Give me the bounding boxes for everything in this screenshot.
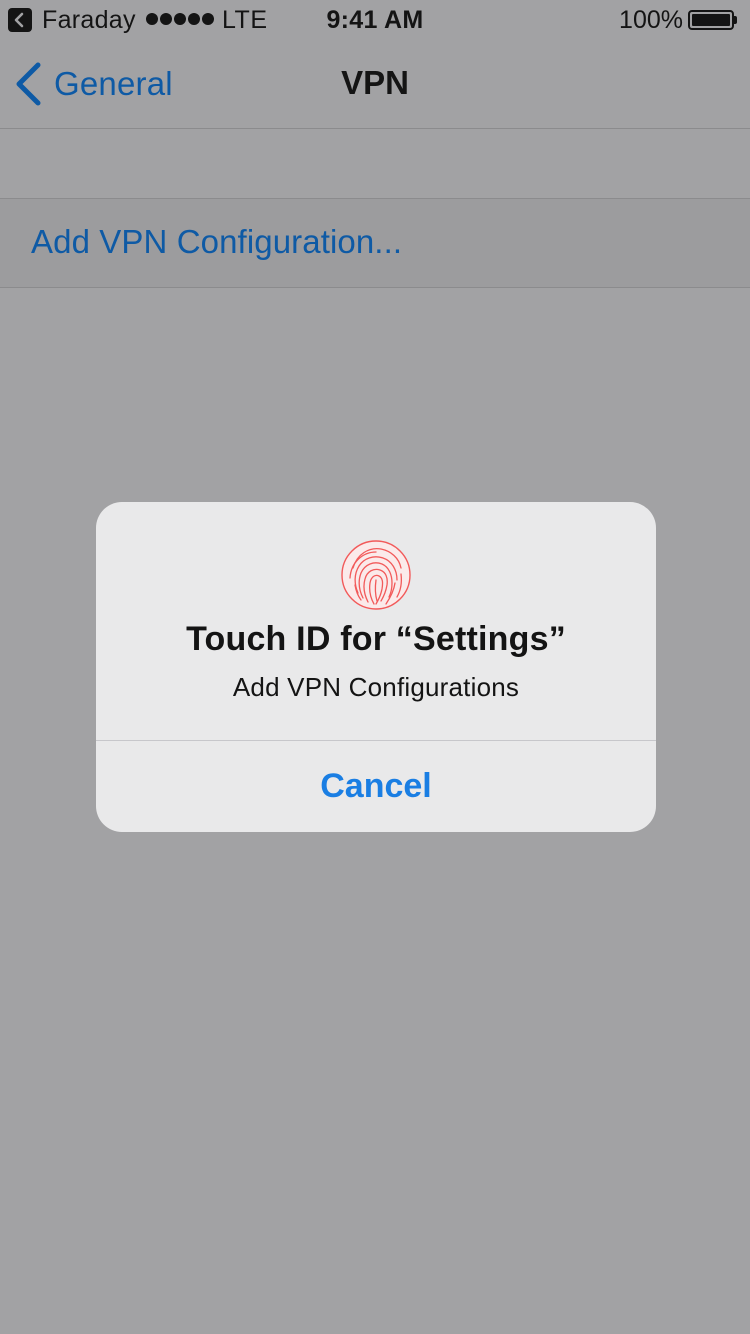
touch-id-alert: Touch ID for “Settings” Add VPN Configur… <box>96 502 656 832</box>
fingerprint-icon <box>341 540 411 610</box>
add-vpn-configuration-row[interactable]: Add VPN Configuration... <box>0 198 750 288</box>
alert-message: Add VPN Configurations <box>232 672 520 702</box>
battery-percentage: 100% <box>619 6 683 34</box>
battery-nub <box>734 16 737 24</box>
status-bar: Faraday LTE 9:41 AM 100% <box>0 0 750 40</box>
page-title: VPN <box>341 64 409 101</box>
alert-title: Touch ID for “Settings” <box>186 620 566 658</box>
battery-fill <box>692 14 730 26</box>
cancel-button[interactable]: Cancel <box>96 741 656 832</box>
add-vpn-configuration-label: Add VPN Configuration... <box>31 223 403 260</box>
navigation-bar: General VPN <box>0 40 750 129</box>
battery-icon <box>688 10 737 30</box>
